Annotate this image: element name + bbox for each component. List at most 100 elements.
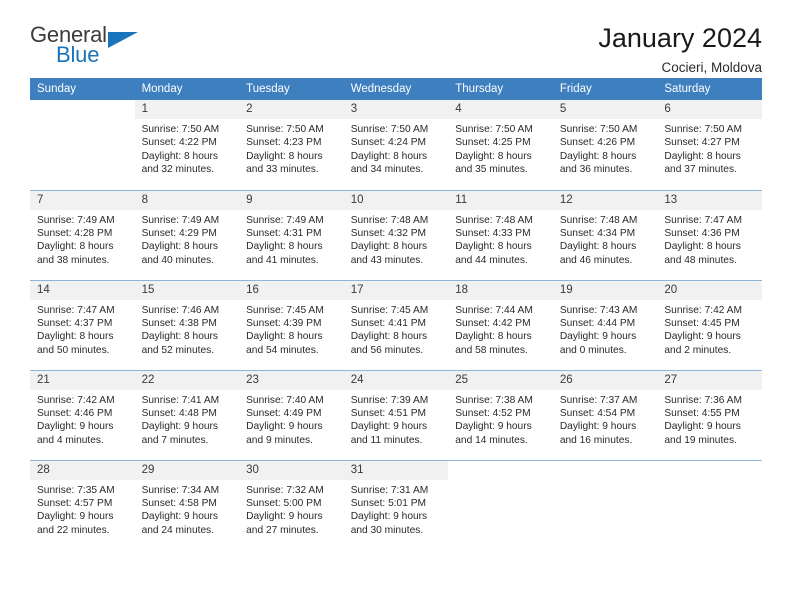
day-number xyxy=(30,100,135,119)
day-info-daylight2: and 30 minutes. xyxy=(350,524,424,536)
day-info-daylight2: and 37 minutes. xyxy=(664,164,737,176)
calendar-day-cell[interactable]: 23 Sunrise: 7:40 AM Sunset: 4:49 PM Dayligh… xyxy=(239,369,344,460)
day-info-daylight1: Daylight: 8 hours xyxy=(455,150,532,162)
day-info: Sunrise: 7:34 AM Sunset: 4:58 PM Daylight:… xyxy=(135,480,240,538)
calendar-week-row: 21 Sunrise: 7:42 AM Sunset: 4:46 PM Dayligh… xyxy=(30,369,762,460)
day-info-sunrise: Sunrise: 7:34 AM xyxy=(141,484,220,496)
calendar-day-cell[interactable]: 1 Sunrise: 7:50 AM Sunset: 4:22 PM Daylight… xyxy=(134,100,240,190)
day-number: 8 xyxy=(134,190,240,210)
day-info: Sunrise: 7:37 AM Sunset: 4:54 PM Daylight:… xyxy=(553,390,658,448)
weekday-header-tuesday: Tuesday xyxy=(239,78,344,100)
calendar-day-cell[interactable]: 28 Sunrise: 7:35 AM Sunset: 4:57 PM Dayligh… xyxy=(30,459,135,550)
day-number: 31 xyxy=(343,460,449,480)
calendar-day-cell[interactable]: 20 Sunrise: 7:42 AM Sunset: 4:45 PM Dayligh… xyxy=(657,279,762,370)
calendar-day-cell[interactable]: 27 Sunrise: 7:36 AM Sunset: 4:55 PM Dayligh… xyxy=(657,369,762,460)
calendar-day-cell[interactable]: 12 Sunrise: 7:48 AM Sunset: 4:34 PM Dayligh… xyxy=(552,189,658,280)
calendar-day-cell[interactable]: 26 Sunrise: 7:37 AM Sunset: 4:54 PM Dayligh… xyxy=(552,369,658,460)
calendar-day-cell[interactable]: 13 Sunrise: 7:47 AM Sunset: 4:36 PM Dayligh… xyxy=(657,189,762,280)
calendar-day-cell[interactable]: 19 Sunrise: 7:43 AM Sunset: 4:44 PM Dayligh… xyxy=(552,279,658,370)
weekday-header-saturday: Saturday xyxy=(657,78,762,100)
calendar-day-cell[interactable]: 4 Sunrise: 7:50 AM Sunset: 4:25 PM Daylight… xyxy=(448,100,553,190)
day-info-daylight1: Daylight: 8 hours xyxy=(350,150,428,162)
day-info: Sunrise: 7:50 AM Sunset: 4:23 PM Daylight:… xyxy=(239,119,344,177)
day-info: Sunrise: 7:47 AM Sunset: 4:37 PM Daylight:… xyxy=(30,300,135,358)
calendar-day-cell[interactable]: 15 Sunrise: 7:46 AM Sunset: 4:38 PM Dayligh… xyxy=(134,279,240,370)
day-info-sunset: Sunset: 5:01 PM xyxy=(350,497,427,509)
calendar-day-cell[interactable]: 7 Sunrise: 7:49 AM Sunset: 4:28 PM Daylight… xyxy=(30,189,135,280)
calendar-table: Sunday Monday Tuesday Wednesday Thursday… xyxy=(30,78,762,550)
day-info-sunset: Sunset: 4:38 PM xyxy=(141,317,217,329)
calendar-day-cell[interactable]: 17 Sunrise: 7:45 AM Sunset: 4:41 PM Dayligh… xyxy=(343,279,449,370)
calendar-week-row: 14 Sunrise: 7:47 AM Sunset: 4:37 PM Dayligh… xyxy=(30,279,762,370)
calendar-day-cell[interactable]: 9 Sunrise: 7:49 AM Sunset: 4:31 PM Daylight… xyxy=(239,189,344,280)
day-info-daylight2: and 43 minutes. xyxy=(350,254,424,266)
day-info: Sunrise: 7:48 AM Sunset: 4:34 PM Daylight:… xyxy=(553,210,658,268)
day-info-daylight1: Daylight: 8 hours xyxy=(141,241,219,253)
day-info-sunrise: Sunrise: 7:50 AM xyxy=(350,124,429,135)
calendar-day-cell[interactable]: 6 Sunrise: 7:50 AM Sunset: 4:27 PM Daylight… xyxy=(657,100,762,190)
day-info: Sunrise: 7:38 AM Sunset: 4:52 PM Daylight:… xyxy=(448,390,553,448)
day-number: 13 xyxy=(657,190,762,210)
day-info-daylight1: Daylight: 9 hours xyxy=(350,511,428,523)
day-number: 12 xyxy=(552,190,658,210)
day-info-sunrise: Sunrise: 7:46 AM xyxy=(141,304,220,316)
calendar-day-cell[interactable]: 31 Sunrise: 7:31 AM Sunset: 5:01 PM Dayligh… xyxy=(343,459,449,550)
day-info-sunset: Sunset: 4:57 PM xyxy=(37,497,113,509)
day-info-daylight1: Daylight: 8 hours xyxy=(37,241,114,253)
day-info: Sunrise: 7:50 AM Sunset: 4:24 PM Daylight:… xyxy=(344,119,449,177)
day-info-sunset: Sunset: 4:41 PM xyxy=(350,317,427,329)
calendar-day-cell[interactable]: 21 Sunrise: 7:42 AM Sunset: 4:46 PM Dayligh… xyxy=(30,369,135,460)
calendar-day-cell[interactable]: 10 Sunrise: 7:48 AM Sunset: 4:32 PM Dayligh… xyxy=(343,189,449,280)
day-info-daylight2: and 27 minutes. xyxy=(246,524,319,536)
calendar-day-cell[interactable]: 8 Sunrise: 7:49 AM Sunset: 4:29 PM Daylight… xyxy=(134,189,240,280)
calendar-cell-empty xyxy=(657,459,762,550)
day-info-daylight1: Daylight: 9 hours xyxy=(246,421,323,433)
day-info-sunrise: Sunrise: 7:40 AM xyxy=(246,394,324,406)
day-info: Sunrise: 7:42 AM Sunset: 4:45 PM Daylight:… xyxy=(657,300,762,358)
day-info-daylight2: and 11 minutes. xyxy=(350,434,423,446)
day-info-daylight1: Daylight: 9 hours xyxy=(455,421,532,433)
calendar-cell-empty xyxy=(448,459,553,550)
calendar-day-cell[interactable]: 24 Sunrise: 7:39 AM Sunset: 4:51 PM Dayligh… xyxy=(343,369,449,460)
day-info-daylight1: Daylight: 9 hours xyxy=(37,511,114,523)
day-number: 19 xyxy=(552,280,658,300)
weekday-header-thursday: Thursday xyxy=(448,78,553,100)
calendar-day-cell[interactable]: 25 Sunrise: 7:38 AM Sunset: 4:52 PM Dayligh… xyxy=(448,369,553,460)
day-info-daylight2: and 54 minutes. xyxy=(246,344,319,356)
calendar-day-cell[interactable]: 3 Sunrise: 7:50 AM Sunset: 4:24 PM Daylight… xyxy=(343,100,449,190)
calendar-day-cell[interactable]: 16 Sunrise: 7:45 AM Sunset: 4:39 PM Dayligh… xyxy=(239,279,344,370)
day-info-sunrise: Sunrise: 7:48 AM xyxy=(350,214,429,226)
day-number: 16 xyxy=(239,280,344,300)
day-number: 1 xyxy=(134,100,240,119)
calendar-day-cell[interactable]: 30 Sunrise: 7:32 AM Sunset: 5:00 PM Dayligh… xyxy=(239,459,344,550)
day-info-daylight1: Daylight: 8 hours xyxy=(664,241,741,253)
day-info-daylight2: and 58 minutes. xyxy=(455,344,528,356)
day-info-daylight2: and 50 minutes. xyxy=(37,344,110,356)
day-info-sunset: Sunset: 4:51 PM xyxy=(350,407,427,419)
calendar-day-cell[interactable]: 14 Sunrise: 7:47 AM Sunset: 4:37 PM Dayligh… xyxy=(30,279,135,370)
day-number: 11 xyxy=(448,190,553,210)
day-info-daylight2: and 24 minutes. xyxy=(141,524,215,536)
day-info-sunrise: Sunrise: 7:43 AM xyxy=(559,304,638,316)
page-title: January 2024 xyxy=(598,23,762,53)
day-number: 7 xyxy=(30,190,135,210)
calendar-day-cell[interactable]: 2 Sunrise: 7:50 AM Sunset: 4:23 PM Daylight… xyxy=(239,100,344,190)
day-info-sunrise: Sunrise: 7:47 AM xyxy=(37,304,115,316)
day-number: 17 xyxy=(343,280,449,300)
title-block: January 2024 Cocieri, Moldova xyxy=(598,23,762,75)
day-info: Sunrise: 7:40 AM Sunset: 4:49 PM Daylight:… xyxy=(239,390,344,448)
calendar-day-cell[interactable]: 11 Sunrise: 7:48 AM Sunset: 4:33 PM Dayligh… xyxy=(448,189,553,280)
brand-logo[interactable]: General Blue xyxy=(30,24,150,72)
calendar-day-cell[interactable]: 5 Sunrise: 7:50 AM Sunset: 4:26 PM Daylight… xyxy=(552,100,658,190)
calendar-day-cell[interactable]: 22 Sunrise: 7:41 AM Sunset: 4:48 PM Dayligh… xyxy=(134,369,240,460)
day-info-sunrise: Sunrise: 7:42 AM xyxy=(37,394,115,406)
day-info-daylight1: Daylight: 9 hours xyxy=(350,421,428,433)
day-info xyxy=(657,480,762,484)
day-info-daylight1: Daylight: 9 hours xyxy=(559,421,637,433)
day-info-daylight1: Daylight: 8 hours xyxy=(141,150,219,162)
day-info-daylight1: Daylight: 9 hours xyxy=(37,421,114,433)
day-info-daylight1: Daylight: 8 hours xyxy=(37,331,114,343)
calendar-day-cell[interactable]: 18 Sunrise: 7:44 AM Sunset: 4:42 PM Dayligh… xyxy=(448,279,553,370)
calendar-day-cell[interactable]: 29 Sunrise: 7:34 AM Sunset: 4:58 PM Dayligh… xyxy=(134,459,240,550)
day-number: 10 xyxy=(343,190,449,210)
